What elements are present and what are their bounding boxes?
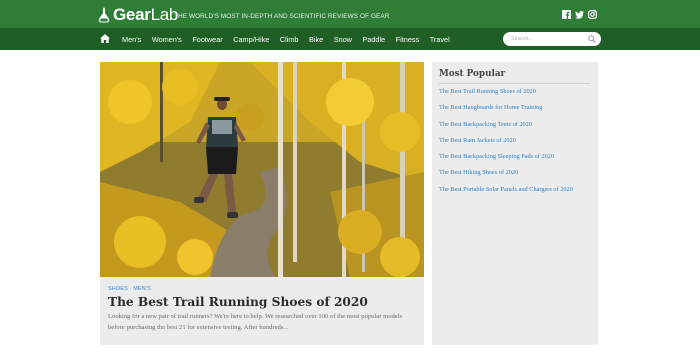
nav-item-mens[interactable]: Men's xyxy=(122,35,141,44)
popular-link[interactable]: The Best Hiking Shoes of 2020 xyxy=(439,169,591,177)
popular-link[interactable]: The Best Rain Jackets of 2020 xyxy=(439,137,591,145)
category-link-mens[interactable]: MEN'S xyxy=(133,286,151,292)
nav-item-climb[interactable]: Climb xyxy=(280,35,299,44)
nav-item-footwear[interactable]: Footwear xyxy=(192,35,222,44)
nav-item-paddle[interactable]: Paddle xyxy=(362,35,385,44)
popular-link[interactable]: The Best Backpacking Tents of 2020 xyxy=(439,121,591,129)
featured-article-image[interactable] xyxy=(100,62,424,277)
category-link-shoes[interactable]: SHOES xyxy=(108,286,128,292)
nav-menu: Men's Women's Footwear Camp/Hike Climb B… xyxy=(122,28,460,50)
popular-link[interactable]: The Best Trail Running Shoes of 2020 xyxy=(439,88,591,96)
gearlab-logo-icon xyxy=(98,7,110,23)
facebook-icon[interactable] xyxy=(562,10,571,19)
article-title[interactable]: The Best Trail Running Shoes of 2020 xyxy=(108,295,368,309)
nav-item-fitness[interactable]: Fitness xyxy=(396,35,420,44)
site-header: GearLab THE WORLD'S MOST IN-DEPTH AND SC… xyxy=(0,0,700,28)
article-excerpt: Looking for a new pair of trail runners?… xyxy=(108,313,403,331)
popular-link[interactable]: The Best Portable Solar Panels and Charg… xyxy=(439,186,591,194)
gearlab-logo[interactable]: GearLab xyxy=(98,6,178,24)
social-links xyxy=(562,10,597,19)
most-popular-sidebar: Most Popular The Best Trail Running Shoe… xyxy=(432,62,598,345)
featured-article-card[interactable]: SHOES · MEN'S The Best Trail Running Sho… xyxy=(100,62,424,345)
search-icon[interactable] xyxy=(588,35,596,43)
article-category: SHOES · MEN'S xyxy=(108,286,151,292)
sidebar-heading: Most Popular xyxy=(439,69,506,79)
nav-item-travel[interactable]: Travel xyxy=(430,35,450,44)
nav-item-bike[interactable]: Bike xyxy=(309,35,323,44)
home-icon[interactable] xyxy=(100,34,110,43)
nav-item-womens[interactable]: Women's xyxy=(152,35,182,44)
site-tagline: THE WORLD'S MOST IN-DEPTH AND SCIENTIFIC… xyxy=(174,13,390,20)
nav-item-camp-hike[interactable]: Camp/Hike xyxy=(233,35,269,44)
popular-list: The Best Trail Running Shoes of 2020 The… xyxy=(439,88,591,202)
instagram-icon[interactable] xyxy=(588,10,597,19)
popular-link[interactable]: The Best Backpacking Sleeping Pads of 20… xyxy=(439,153,591,161)
nav-item-snow[interactable]: Snow xyxy=(334,35,352,44)
logo-text: GearLab xyxy=(113,5,179,24)
sidebar-divider xyxy=(439,83,590,84)
popular-link[interactable]: The Best Hangboards for Home Training xyxy=(439,104,591,112)
search-bar xyxy=(503,32,601,46)
search-input[interactable] xyxy=(511,34,581,44)
twitter-icon[interactable] xyxy=(575,10,584,19)
